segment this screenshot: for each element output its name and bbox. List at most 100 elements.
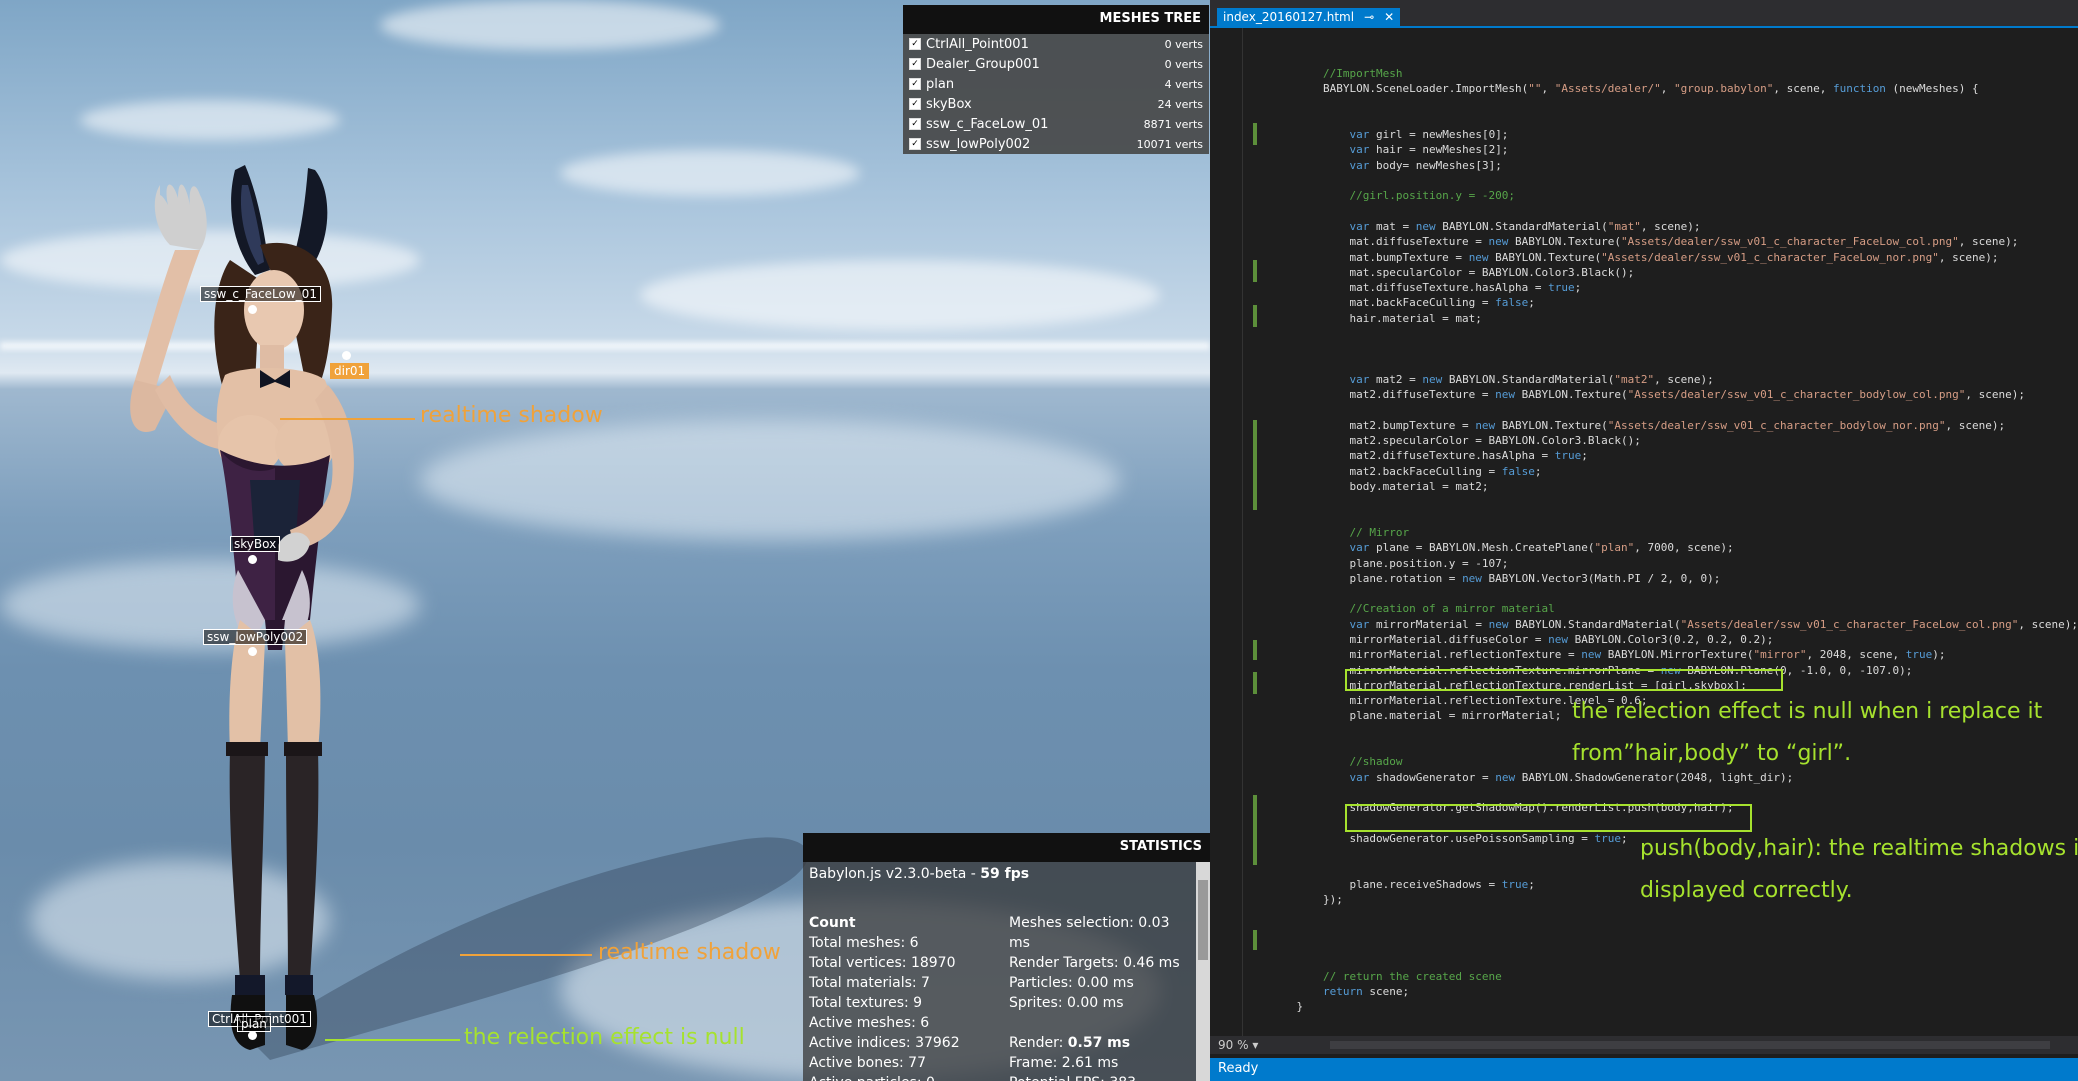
stat-item: Active particles: 0: [809, 1073, 960, 1081]
mesh-checkbox[interactable]: ✓: [909, 118, 921, 130]
mesh-name: ssw_lowPoly002: [926, 136, 1031, 152]
code-text[interactable]: //ImportMesh BABYLON.SceneLoader.ImportM…: [1270, 66, 2078, 1014]
scrollbar-thumb[interactable]: [1198, 880, 1208, 960]
stat-item: Active indices: 37962: [809, 1035, 960, 1051]
code-editor: index_20160127.html ⊸ ✕ //ImportMesh BAB…: [1210, 0, 2078, 1081]
highlight-box-renderlist: [1345, 669, 1783, 691]
annotation-reflection-line1: the relection effect is null when i repl…: [1572, 699, 2043, 724]
statistics-left-column: Count Total meshes: 6 Total vertices: 18…: [809, 913, 960, 1081]
stat-item: Meshes selection: 0.03 ms: [1009, 915, 1170, 951]
stat-item: Total vertices: 18970: [809, 955, 956, 971]
mesh-verts: 4 verts: [1164, 77, 1203, 91]
mesh-row[interactable]: ✓ Dealer_Group001 0 verts: [903, 54, 1209, 74]
meshes-tree-title: MESHES TREE: [903, 5, 1209, 34]
stat-item: Sprites: 0.00 ms: [1009, 995, 1124, 1011]
mesh-label-light[interactable]: dir01: [330, 363, 370, 379]
horizontal-scrollbar[interactable]: [1330, 1041, 2050, 1049]
stat-item: Total materials: 7: [809, 975, 930, 991]
mesh-row[interactable]: ✓ ssw_lowPoly002 10071 verts: [903, 134, 1209, 154]
light-pivot-dot: [342, 351, 351, 360]
mesh-pivot-dot: [248, 647, 257, 656]
editor-zoom-bar: 90 % ▾: [1210, 1036, 2078, 1054]
meshes-tree-panel: MESHES TREE ✓ CtrlAll_Point001 0 verts ✓ De…: [903, 5, 1209, 154]
change-marker: [1253, 260, 1257, 282]
annotation-line-shadow-top: [280, 418, 415, 420]
stat-render-value: 0.57 ms: [1067, 1035, 1131, 1051]
highlight-box-shadow-push: [1345, 804, 1752, 832]
stat-spacer: [1009, 1013, 1189, 1033]
mesh-verts: 10071 verts: [1136, 137, 1203, 151]
annotation-line-reflection: [325, 1039, 460, 1041]
mesh-checkbox[interactable]: ✓: [909, 58, 921, 70]
mesh-checkbox[interactable]: ✓: [909, 98, 921, 110]
stat-item: Active bones: 77: [809, 1055, 926, 1071]
tab-index-html[interactable]: index_20160127.html ⊸ ✕: [1217, 8, 1401, 26]
change-marker: [1253, 305, 1257, 327]
mesh-label-face[interactable]: ssw_c_FaceLow_01: [200, 286, 321, 302]
mesh-pivot-dot: [248, 305, 257, 314]
engine-version-text: Babylon.js v2.3.0-beta -: [809, 866, 981, 882]
change-marker: [1253, 930, 1257, 950]
editor-gutter: [1210, 28, 1243, 1046]
mesh-row[interactable]: ✓ ssw_c_FaceLow_01 8871 verts: [903, 114, 1209, 134]
mesh-checkbox[interactable]: ✓: [909, 78, 921, 90]
mesh-row[interactable]: ✓ CtrlAll_Point001 0 verts: [903, 34, 1209, 54]
mesh-verts: 0 verts: [1164, 57, 1203, 71]
annotation-line-shadow-bottom: [460, 954, 592, 956]
mesh-pivot-dot: [248, 1031, 257, 1040]
engine-version: Babylon.js v2.3.0-beta - 59 fps: [803, 862, 1210, 886]
babylon-viewport[interactable]: ssw_c_FaceLow_01 dir01 skyBox ssw_lowPol…: [0, 0, 1210, 1081]
annotation-shadow-line1: push(body,hair): the realtime shadows is: [1640, 836, 2078, 861]
change-marker: [1253, 672, 1257, 694]
annotation-reflection-line2: from”hair,body” to “girl”.: [1572, 741, 1852, 766]
stat-render-label: Render:: [1009, 1035, 1068, 1051]
annotation-shadow-bottom: realtime shadow: [598, 940, 781, 965]
mesh-label-lowpoly[interactable]: ssw_lowPoly002: [203, 629, 308, 645]
mesh-name: CtrlAll_Point001: [926, 36, 1029, 52]
mesh-label-plan[interactable]: plan: [237, 1016, 271, 1032]
stat-item: Total textures: 9: [809, 995, 923, 1011]
mesh-row[interactable]: ✓ plan 4 verts: [903, 74, 1209, 94]
mesh-pivot-dot: [248, 555, 257, 564]
fps-value: 59 fps: [980, 866, 1030, 882]
editor-tab-bar: index_20160127.html ⊸ ✕: [1210, 0, 2078, 28]
stat-render: Render: 0.57 ms: [1009, 1033, 1189, 1053]
mesh-label-skybox[interactable]: skyBox: [230, 536, 281, 552]
statistics-scrollbar[interactable]: [1196, 862, 1210, 1081]
tab-title: index_20160127.html: [1223, 10, 1355, 24]
mesh-name: skyBox: [926, 96, 972, 112]
status-text: Ready: [1218, 1061, 1259, 1076]
annotation-shadow-line2: displayed correctly.: [1640, 878, 1853, 903]
zoom-level[interactable]: 90 % ▾: [1218, 1038, 1258, 1052]
mesh-name: plan: [926, 76, 955, 92]
stat-count-heading: Count: [809, 915, 856, 931]
mesh-row[interactable]: ✓ skyBox 24 verts: [903, 94, 1209, 114]
change-marker: [1253, 123, 1257, 145]
pin-icon[interactable]: ⊸: [1364, 10, 1374, 24]
zoom-level-value: 90 %: [1218, 1038, 1249, 1052]
stat-item: Active meshes: 6: [809, 1015, 930, 1031]
statistics-right-column: Meshes selection: 0.03 ms Render Targets…: [1009, 913, 1189, 1081]
mesh-verts: 0 verts: [1164, 37, 1203, 51]
stat-item: Render Targets: 0.46 ms: [1009, 955, 1180, 971]
statistics-title: STATISTICS: [803, 833, 1210, 862]
stat-item: Frame: 2.61 ms: [1009, 1055, 1119, 1071]
mesh-name: ssw_c_FaceLow_01: [926, 116, 1049, 132]
stat-item: Particles: 0.00 ms: [1009, 975, 1134, 991]
mesh-name: Dealer_Group001: [926, 56, 1040, 72]
mesh-checkbox[interactable]: ✓: [909, 38, 921, 50]
close-icon[interactable]: ✕: [1384, 10, 1394, 24]
mesh-verts: 24 verts: [1157, 97, 1203, 111]
statistics-panel: STATISTICS Babylon.js v2.3.0-beta - 59 f…: [803, 833, 1210, 1081]
change-marker: [1253, 420, 1257, 510]
mesh-verts: 8871 verts: [1143, 117, 1203, 131]
annotation-reflection-null: the relection effect is null: [464, 1025, 745, 1050]
change-marker: [1253, 795, 1257, 865]
change-marker: [1253, 640, 1257, 660]
mesh-checkbox[interactable]: ✓: [909, 138, 921, 150]
chevron-down-icon[interactable]: ▾: [1252, 1038, 1258, 1052]
annotation-shadow-top: realtime shadow: [420, 403, 603, 428]
stat-item: Total meshes: 6: [809, 935, 919, 951]
status-bar: Ready: [1210, 1058, 2078, 1081]
stat-item: Potential FPS: 383: [1009, 1073, 1189, 1081]
